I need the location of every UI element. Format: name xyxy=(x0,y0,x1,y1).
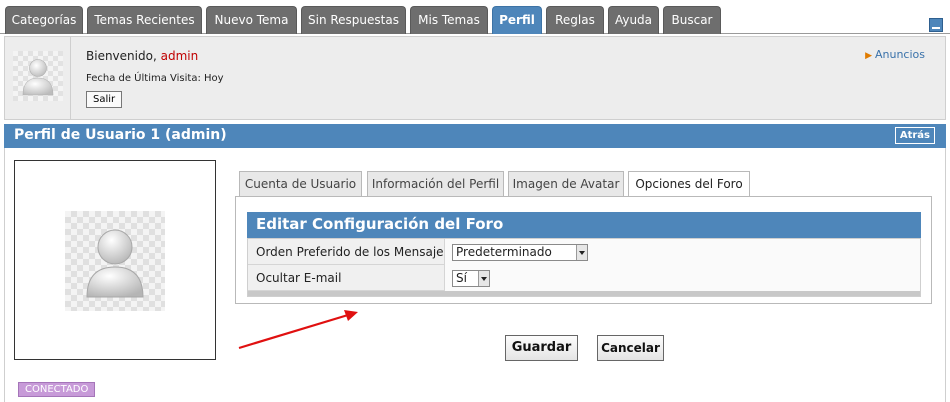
save-button[interactable]: Guardar xyxy=(505,335,578,361)
tab-nuevo-tema[interactable]: Nuevo Tema xyxy=(206,6,297,34)
post-order-cell: Predeterminado xyxy=(445,239,920,265)
config-table: Orden Preferido de los Mensajes Predeter… xyxy=(247,238,921,297)
profile-avatar-frame xyxy=(14,160,216,360)
tab-informacion-del-perfil[interactable]: Información del Perfil xyxy=(367,171,504,197)
user-silhouette-icon xyxy=(22,59,54,96)
welcome-greeting: Bienvenido, xyxy=(86,49,157,63)
hide-email-select[interactable]: Sí xyxy=(452,270,490,287)
welcome-username[interactable]: admin xyxy=(161,49,199,63)
config-row-post-order: Orden Preferido de los Mensajes Predeter… xyxy=(248,239,920,265)
post-order-select[interactable]: Predeterminado xyxy=(452,244,588,261)
tab-categorias[interactable]: Categorías xyxy=(5,6,83,34)
tab-opciones-del-foro[interactable]: Opciones del Foro xyxy=(628,171,750,198)
config-title: Editar Configuración del Foro xyxy=(256,215,504,233)
top-navigation: Categorías Temas Recientes Nuevo Tema Si… xyxy=(0,0,950,34)
tab-sin-respuestas[interactable]: Sin Respuestas xyxy=(301,6,406,34)
chevron-down-icon xyxy=(478,271,489,286)
post-order-value: Predeterminado xyxy=(456,245,552,259)
triangle-right-icon: ▶ xyxy=(865,51,872,61)
hide-email-cell: Sí xyxy=(445,265,920,291)
table-footer xyxy=(248,291,920,296)
tab-buscar[interactable]: Buscar xyxy=(663,6,721,34)
tab-reglas[interactable]: Reglas xyxy=(546,6,604,34)
welcome-avatar-column xyxy=(5,37,71,119)
config-header: Editar Configuración del Foro xyxy=(247,212,921,238)
collapse-icon[interactable] xyxy=(929,18,943,32)
page-title: Perfil de Usuario 1 (admin) xyxy=(14,127,227,143)
user-silhouette-icon xyxy=(86,229,144,298)
tab-mis-temas[interactable]: Mis Temas xyxy=(410,6,488,34)
announcements-link[interactable]: ▶ Anuncios xyxy=(865,48,925,61)
profile-header: Perfil de Usuario 1 (admin) Atrás xyxy=(4,124,946,148)
tab-ayuda[interactable]: Ayuda xyxy=(608,6,659,34)
hide-email-label: Ocultar E-mail xyxy=(256,271,342,285)
announcements-label: Anuncios xyxy=(874,48,925,61)
profile-avatar xyxy=(65,211,165,311)
cancel-button[interactable]: Cancelar xyxy=(597,335,664,361)
post-order-label: Orden Preferido de los Mensajes xyxy=(256,245,450,259)
hide-email-value: Sí xyxy=(456,271,467,285)
logout-button[interactable]: Salir xyxy=(86,91,123,108)
welcome-message: Bienvenido, admin xyxy=(86,49,198,63)
tab-imagen-de-avatar[interactable]: Imagen de Avatar xyxy=(508,171,624,197)
avatar xyxy=(13,51,63,101)
tab-perfil[interactable]: Perfil xyxy=(492,6,542,34)
chevron-down-icon xyxy=(576,245,587,260)
status-badge: CONECTADO xyxy=(18,382,96,397)
welcome-panel: Bienvenido, admin Fecha de Última Visita… xyxy=(4,36,946,120)
back-button[interactable]: Atrás xyxy=(894,127,935,144)
config-row-hide-email: Ocultar E-mail Sí xyxy=(248,265,920,291)
last-visit-date: Fecha de Última Visita: Hoy xyxy=(86,73,224,84)
tab-temas-recientes[interactable]: Temas Recientes xyxy=(87,6,202,34)
annotation-arrow-icon xyxy=(238,310,358,350)
tab-cuenta-de-usuario[interactable]: Cuenta de Usuario xyxy=(239,171,362,197)
